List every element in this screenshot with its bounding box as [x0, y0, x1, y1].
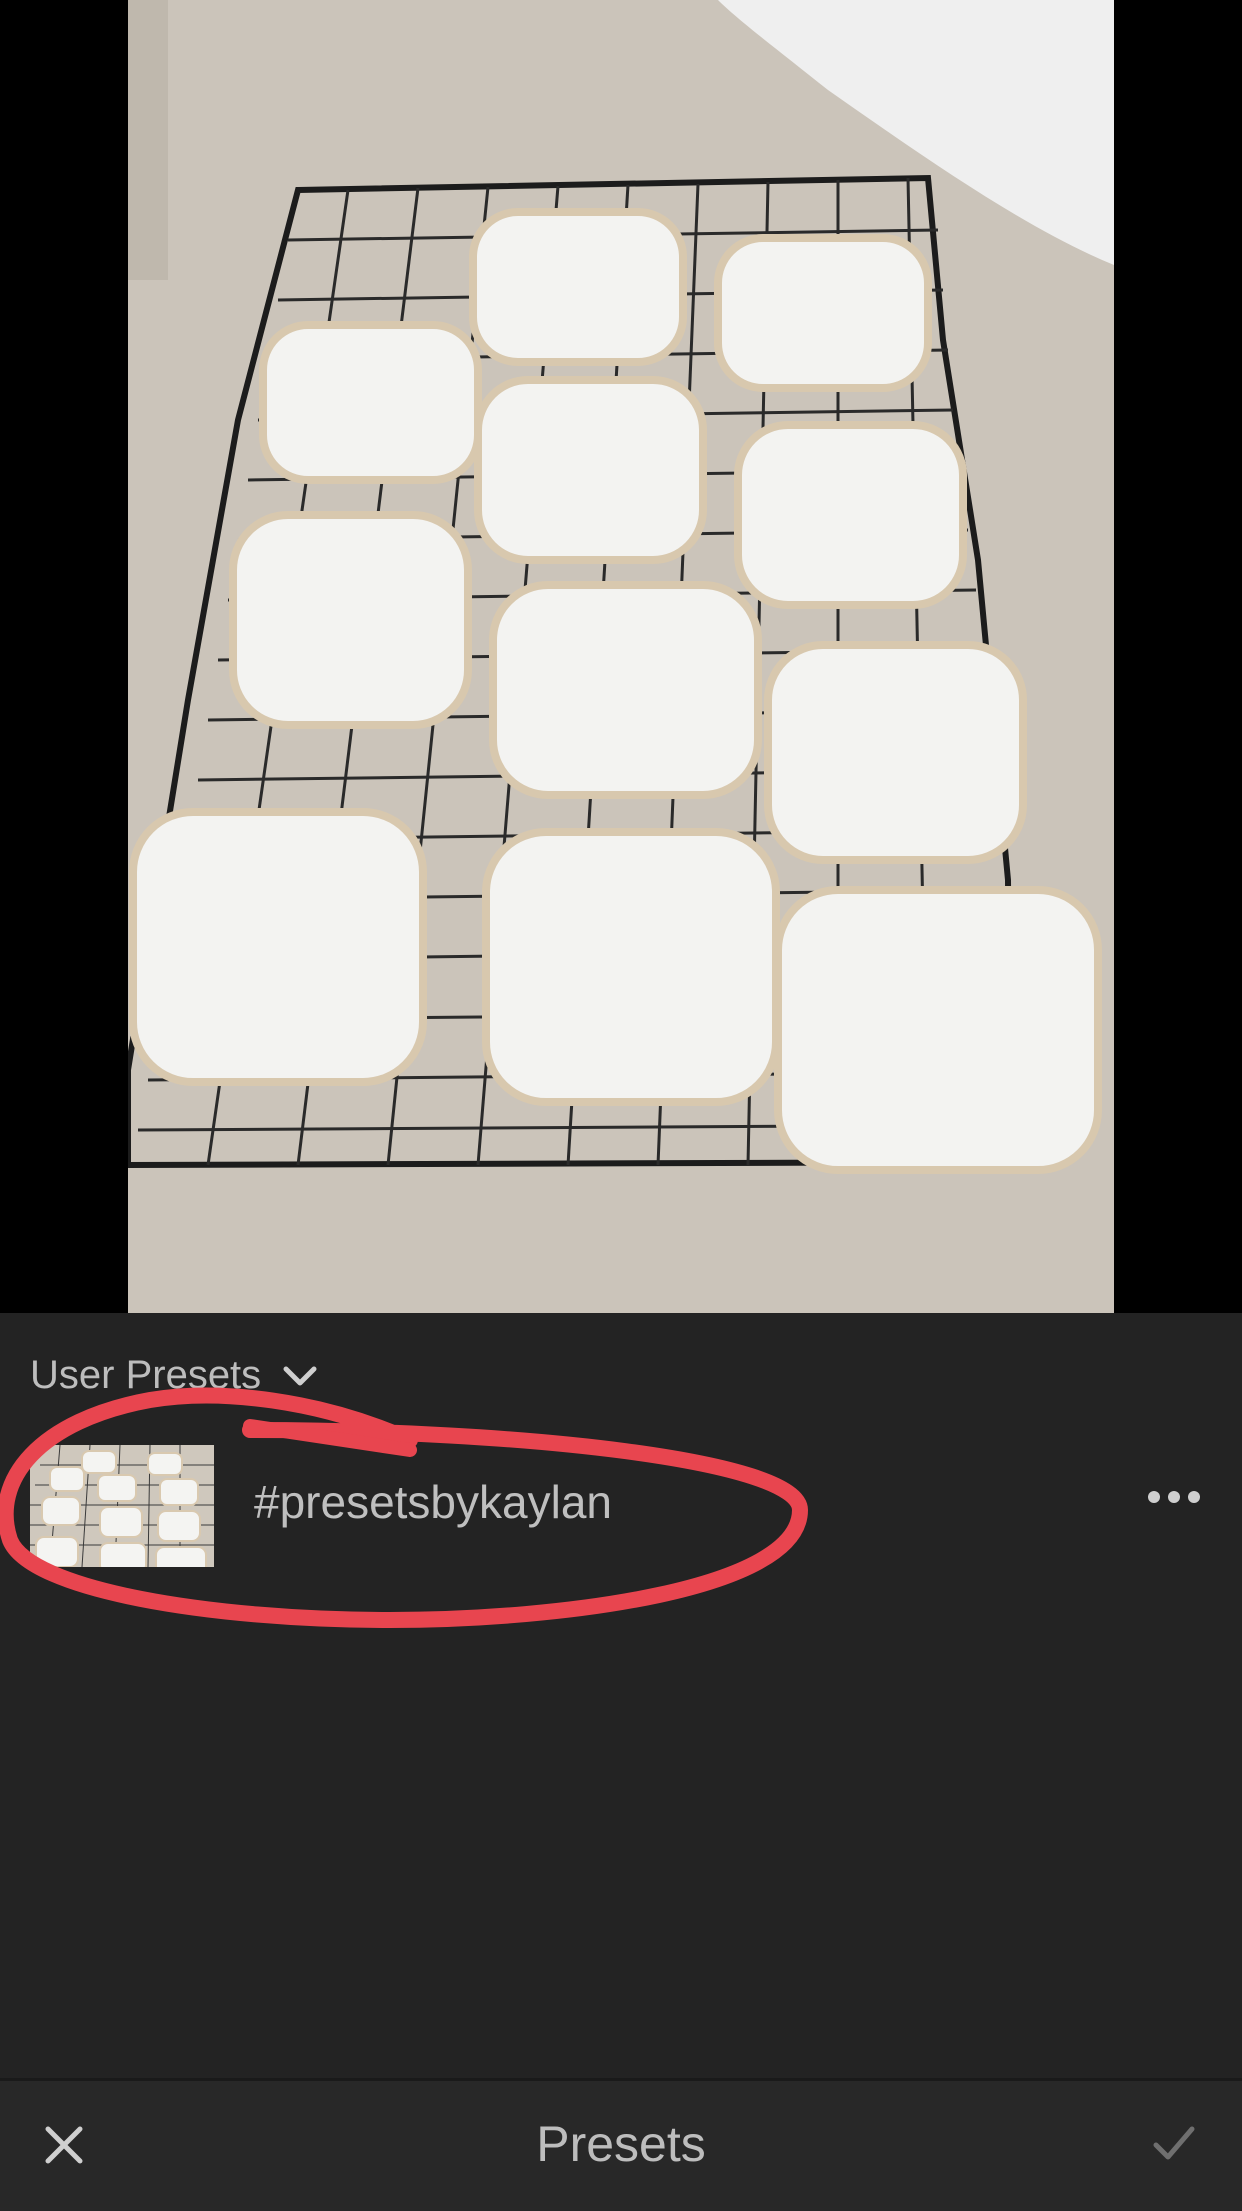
toolbar-title: Presets [536, 2116, 706, 2172]
more-options-icon[interactable] [1148, 1491, 1200, 1503]
preset-group-dropdown[interactable]: User Presets [30, 1353, 317, 1398]
photo [128, 0, 1114, 1313]
photo-image [128, 0, 1114, 1313]
preset-thumbnail [30, 1445, 214, 1567]
chevron-down-icon [283, 1365, 317, 1387]
preset-name: #presetsbykaylan [254, 1476, 612, 1528]
preset-group-label: User Presets [30, 1353, 262, 1397]
checkmark-icon[interactable] [1152, 2123, 1196, 2168]
preset-item[interactable]: #presetsbykaylan [0, 1445, 1242, 1569]
photo-viewport [0, 0, 1242, 1313]
bottom-toolbar: Presets [0, 2078, 1242, 2211]
presets-panel: User Presets #presetsbykaylan [0, 1313, 1242, 2078]
